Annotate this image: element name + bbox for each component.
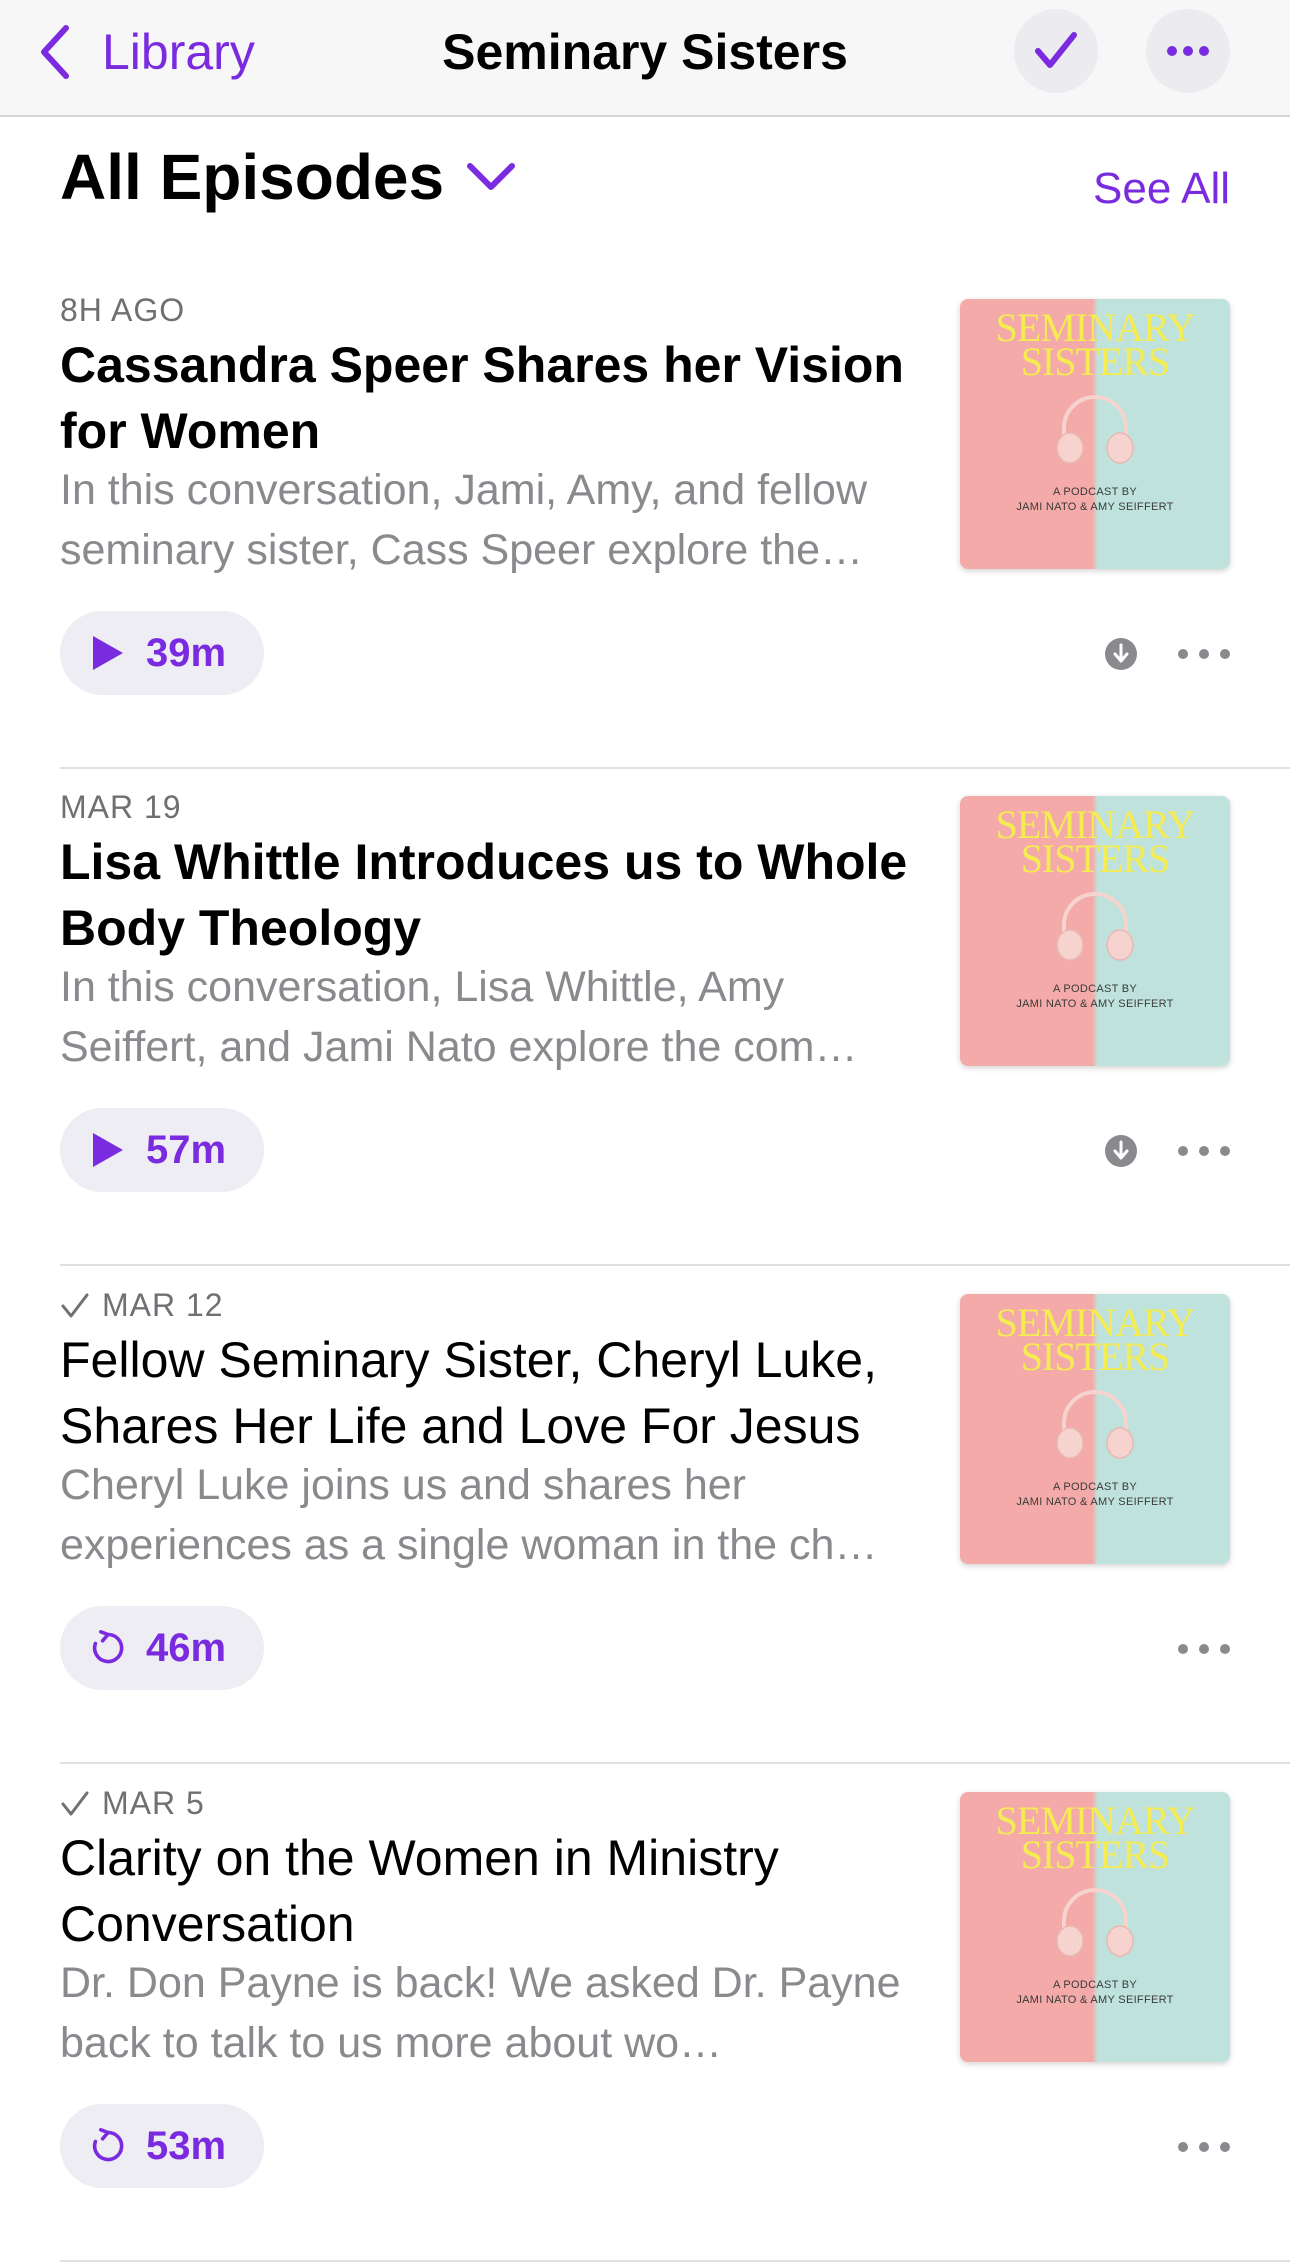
episode-title[interactable]: Cassandra Speer Shares her Vision for Wo… [60,332,930,464]
episode-description: Dr. Don Payne is back! We asked Dr. Payn… [60,1959,901,2067]
artwork-title: SEMINARY SISTERS [995,802,1196,881]
section-title-label: All Episodes [60,141,445,213]
episode-row[interactable]: MAR 19 Lisa Whittle Introduces us to Who… [60,769,1290,1266]
podcast-artwork: SEMINARY SISTERS A PODCAST BY JAMI NATO … [960,1294,1230,1564]
chevron-down-icon [467,163,516,190]
episode-row[interactable]: MAR 5 Clarity on the Women in Ministry C… [60,1765,1290,2262]
episode-date: MAR 5 [60,1785,205,1822]
episode-duration: 39m [146,630,227,675]
see-all-link[interactable]: See All [1093,164,1230,214]
episode-date: MAR 12 [60,1287,224,1324]
episode-description: Cheryl Luke joins us and shares her expe… [60,1461,878,1569]
ellipsis-dot [1199,1644,1209,1654]
artwork-title: SEMINARY SISTERS [995,305,1196,384]
episode-date: 8H AGO [60,292,186,328]
played-check-icon [61,1293,89,1317]
replay-icon [92,2128,124,2162]
episode-play-button[interactable]: 53m [60,2104,265,2188]
ellipsis-dot [1199,1146,1209,1156]
episode-more-button[interactable] [1178,1629,1230,1669]
mark-played-button[interactable] [1014,9,1098,93]
download-icon[interactable] [1104,1134,1138,1168]
ellipsis-dot [1178,649,1188,659]
ellipsis-dot [1178,1146,1188,1156]
podcast-artwork: SEMINARY SISTERS A PODCAST BY JAMI NATO … [960,299,1230,569]
episode-date: MAR 19 [60,789,182,825]
artwork-subtitle: A PODCAST BY JAMI NATO & AMY SEIFFERT [1016,1481,1174,1508]
episode-play-button[interactable]: 46m [60,1606,265,1690]
artwork-title: SEMINARY SISTERS [995,1798,1196,1877]
episode-more-button[interactable] [1178,634,1230,674]
episode-filter-dropdown[interactable]: All Episodes [60,140,516,214]
played-check-icon [61,1791,89,1815]
episode-duration: 57m [146,1127,227,1172]
ellipsis-dot [1220,1146,1230,1156]
podcast-artwork: SEMINARY SISTERS A PODCAST BY JAMI NATO … [960,796,1230,1066]
play-icon [93,1133,123,1167]
section-header: All Episodes See All [60,140,1230,230]
episode-duration: 46m [146,1625,227,1670]
episode-title[interactable]: Fellow Seminary Sister, Cheryl Luke, Sha… [60,1327,930,1459]
navigation-bar: Library Seminary Sisters [0,0,1290,117]
episode-title[interactable]: Lisa Whittle Introduces us to Whole Body… [60,829,930,961]
episode-row[interactable]: 8H AGO Cassandra Speer Shares her Vision… [60,272,1290,769]
podcast-artwork: SEMINARY SISTERS A PODCAST BY JAMI NATO … [960,1792,1230,2062]
divider [60,1762,1290,1764]
episode-duration: 53m [146,2123,227,2168]
divider [60,1264,1290,1266]
artwork-subtitle: A PODCAST BY JAMI NATO & AMY SEIFFERT [1016,1979,1174,2006]
episode-play-button[interactable]: 57m [60,1108,265,1192]
headphones-icon [1056,1390,1134,1459]
ellipsis-dot [1220,1644,1230,1654]
replay-icon [92,1630,124,1664]
episode-description: In this conversation, Jami, Amy, and fel… [60,466,868,574]
artwork-subtitle: A PODCAST BY JAMI NATO & AMY SEIFFERT [1016,486,1174,513]
ellipsis-dot [1220,649,1230,659]
artwork-subtitle: A PODCAST BY JAMI NATO & AMY SEIFFERT [1016,983,1174,1010]
ellipsis-dot [1199,649,1209,659]
ellipsis-dot [1199,2142,1209,2152]
ellipsis-dot [1178,1644,1188,1654]
play-icon [93,636,123,670]
episode-title[interactable]: Clarity on the Women in Ministry Convers… [60,1825,930,1957]
episode-more-button[interactable] [1178,2127,1230,2167]
episode-row[interactable]: MAR 12 Fellow Seminary Sister, Cheryl Lu… [60,1267,1290,1764]
episode-description: In this conversation, Lisa Whittle, Amy … [60,963,858,1071]
ellipsis-dot [1178,2142,1188,2152]
episode-more-button[interactable] [1178,1131,1230,1171]
ellipsis-dot [1220,2142,1230,2152]
episode-play-button[interactable]: 39m [60,611,265,695]
more-options-button[interactable] [1146,9,1230,93]
headphones-icon [1056,892,1134,961]
headphones-icon [1056,395,1134,464]
checkmark-icon [1035,32,1077,68]
artwork-title: SEMINARY SISTERS [995,1300,1196,1379]
ellipsis-icon [1167,46,1209,56]
headphones-icon [1056,1888,1134,1957]
download-icon[interactable] [1104,637,1138,671]
